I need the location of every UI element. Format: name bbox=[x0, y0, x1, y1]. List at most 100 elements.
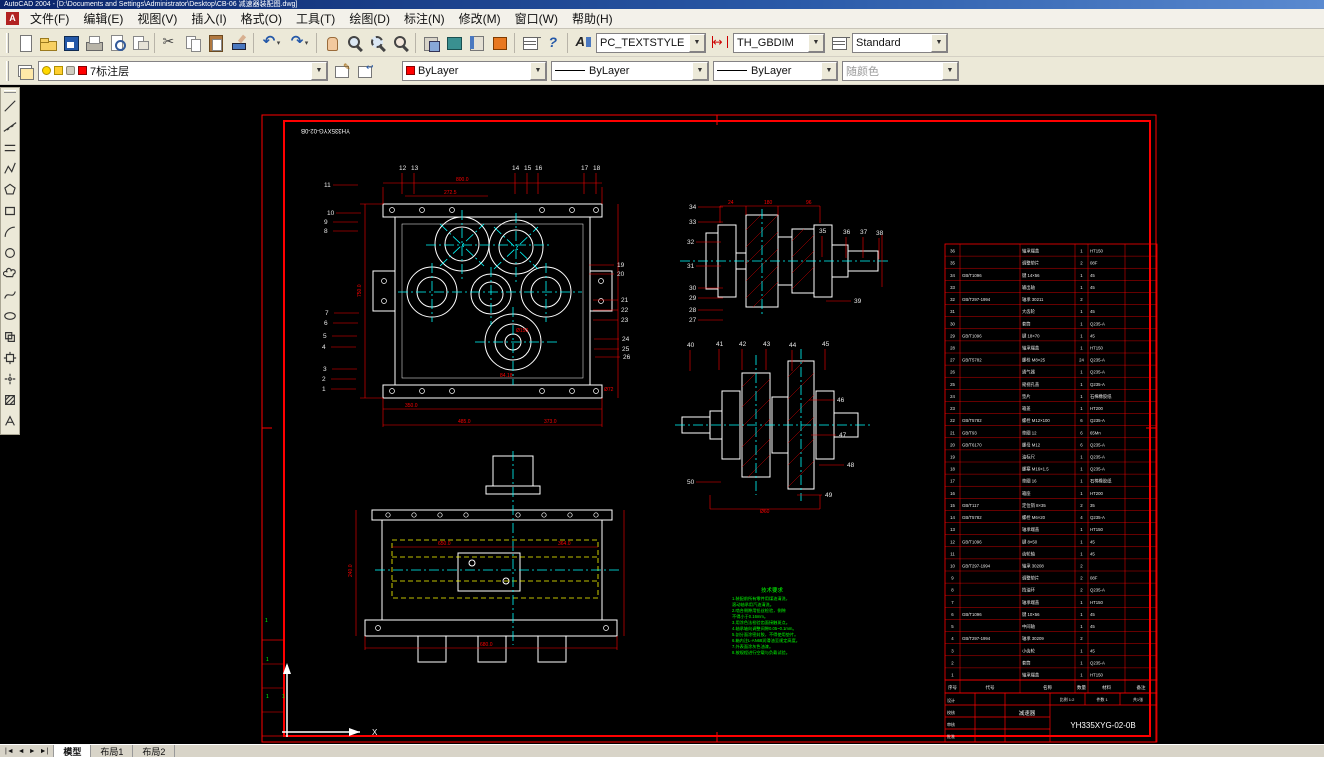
publish-icon[interactable] bbox=[128, 32, 151, 54]
table-style-combo[interactable]: Standard ▼ bbox=[852, 33, 948, 53]
layer-lock-icon[interactable] bbox=[66, 66, 75, 75]
menu-item[interactable]: 修改(M) bbox=[452, 8, 508, 29]
ellipse-icon[interactable] bbox=[1, 306, 19, 326]
svg-text:14: 14 bbox=[512, 165, 520, 172]
color-combo[interactable]: ByLayer ▼ bbox=[402, 61, 547, 81]
svg-text:键 8×50: 键 8×50 bbox=[1022, 538, 1038, 545]
svg-text:1: 1 bbox=[1080, 273, 1083, 278]
chevron-down-icon[interactable]: ▼ bbox=[692, 62, 708, 80]
cut-icon[interactable] bbox=[158, 32, 181, 54]
svg-text:08F: 08F bbox=[1090, 576, 1098, 581]
layer-combo[interactable]: 7标注层 ▼ bbox=[38, 61, 328, 81]
make-block-icon[interactable] bbox=[1, 348, 19, 368]
section-1-dim-lines bbox=[720, 206, 882, 287]
menu-item[interactable]: 标注(N) bbox=[397, 8, 452, 29]
redo-icon[interactable]: ▾ bbox=[285, 32, 313, 54]
svg-text:1: 1 bbox=[1080, 648, 1083, 653]
svg-text:1: 1 bbox=[1080, 321, 1083, 326]
tab-nav-button[interactable]: ► bbox=[28, 748, 37, 755]
menu-item[interactable]: 帮助(H) bbox=[565, 8, 620, 29]
svg-text:HT150: HT150 bbox=[1090, 346, 1104, 351]
text-style-manager-icon[interactable] bbox=[571, 32, 594, 54]
layer-on-bulb-icon[interactable] bbox=[42, 66, 51, 75]
layer-freeze-sun-icon[interactable] bbox=[54, 66, 63, 75]
toolbar-separator bbox=[514, 33, 515, 53]
zoom-window-icon[interactable] bbox=[366, 32, 389, 54]
menu-item[interactable]: 格式(O) bbox=[234, 8, 289, 29]
multiline-icon[interactable] bbox=[1, 138, 19, 158]
pan-realtime-icon[interactable] bbox=[320, 32, 343, 54]
menu-item[interactable]: 插入(I) bbox=[184, 8, 233, 29]
designcenter-icon[interactable] bbox=[442, 32, 465, 54]
svg-text:12: 12 bbox=[399, 165, 407, 172]
menu-item[interactable]: 编辑(E) bbox=[76, 8, 130, 29]
rectangle-icon[interactable] bbox=[1, 201, 19, 221]
menu-item[interactable]: 工具(T) bbox=[289, 8, 342, 29]
svg-text:石棉橡胶纸: 石棉橡胶纸 bbox=[1090, 478, 1112, 485]
polyline-icon[interactable] bbox=[1, 159, 19, 179]
dim-style-manager-icon[interactable] bbox=[708, 32, 731, 54]
svg-text:15: 15 bbox=[524, 165, 532, 172]
paste-icon[interactable] bbox=[204, 32, 227, 54]
layer-previous-icon[interactable] bbox=[353, 60, 376, 82]
save-icon[interactable] bbox=[59, 32, 82, 54]
spline-icon[interactable] bbox=[1, 285, 19, 305]
plot-icon[interactable] bbox=[82, 32, 105, 54]
tab-nav-button[interactable]: ►| bbox=[39, 748, 50, 755]
document-icon[interactable]: A bbox=[6, 12, 19, 25]
text-style-combo[interactable]: PC_TEXTSTYLE ▼ bbox=[596, 33, 706, 53]
toolbar-grip[interactable] bbox=[4, 90, 16, 93]
hatch-icon[interactable] bbox=[1, 390, 19, 410]
polygon-icon[interactable] bbox=[1, 180, 19, 200]
chevron-down-icon[interactable]: ▼ bbox=[931, 34, 947, 52]
table-style-manager-icon[interactable] bbox=[827, 32, 850, 54]
layout-tab-模型[interactable]: 模型 bbox=[54, 745, 91, 757]
tool-palettes-icon[interactable] bbox=[465, 32, 488, 54]
tab-nav-button[interactable]: |◄ bbox=[4, 748, 15, 755]
construction-line-icon[interactable] bbox=[1, 117, 19, 137]
chevron-down-icon[interactable]: ▼ bbox=[808, 34, 824, 52]
zoom-previous-icon[interactable] bbox=[389, 32, 412, 54]
svg-text:36: 36 bbox=[950, 249, 955, 254]
circle-icon[interactable] bbox=[1, 243, 19, 263]
markup-icon[interactable] bbox=[488, 32, 511, 54]
tab-nav-button[interactable]: ◄ bbox=[17, 748, 26, 755]
svg-text:1: 1 bbox=[322, 386, 326, 393]
help-icon[interactable] bbox=[541, 32, 564, 54]
point-icon[interactable] bbox=[1, 369, 19, 389]
svg-text:11: 11 bbox=[950, 551, 955, 556]
menu-item[interactable]: 绘图(D) bbox=[342, 8, 397, 29]
arc-icon[interactable] bbox=[1, 222, 19, 242]
toolbar-grip[interactable] bbox=[6, 33, 9, 53]
revision-cloud-icon[interactable] bbox=[1, 264, 19, 284]
make-object-layer-current-icon[interactable] bbox=[330, 60, 353, 82]
copy-icon[interactable] bbox=[181, 32, 204, 54]
chevron-down-icon[interactable]: ▼ bbox=[689, 34, 705, 52]
table-icon[interactable] bbox=[518, 32, 541, 54]
plot-preview-icon[interactable] bbox=[105, 32, 128, 54]
menu-item[interactable]: 文件(F) bbox=[23, 8, 76, 29]
chevron-down-icon[interactable]: ▼ bbox=[821, 62, 837, 80]
chevron-down-icon[interactable]: ▼ bbox=[530, 62, 546, 80]
dim-style-combo[interactable]: TH_GBDIM ▼ bbox=[733, 33, 825, 53]
drawing-canvas[interactable]: 1111 bbox=[0, 85, 1324, 744]
lineweight-combo[interactable]: ByLayer ▼ bbox=[713, 61, 838, 81]
toolbar-grip[interactable] bbox=[6, 61, 9, 81]
multiline-text-icon[interactable] bbox=[1, 411, 19, 431]
undo-icon[interactable]: ▾ bbox=[257, 32, 285, 54]
insert-block-icon[interactable] bbox=[1, 327, 19, 347]
linetype-combo[interactable]: ByLayer ▼ bbox=[551, 61, 709, 81]
menu-item[interactable]: 窗口(W) bbox=[508, 8, 565, 29]
menu-item[interactable]: 视图(V) bbox=[130, 8, 184, 29]
layout-tab-布局1[interactable]: 布局1 bbox=[91, 745, 133, 757]
open-icon[interactable] bbox=[36, 32, 59, 54]
properties-icon[interactable] bbox=[419, 32, 442, 54]
layer-properties-manager-icon[interactable] bbox=[13, 60, 36, 82]
line-icon[interactable] bbox=[1, 96, 19, 116]
chevron-down-icon[interactable]: ▼ bbox=[311, 62, 327, 80]
zoom-realtime-icon[interactable] bbox=[343, 32, 366, 54]
new-icon[interactable] bbox=[13, 32, 36, 54]
match-properties-icon[interactable] bbox=[227, 32, 250, 54]
svg-text:10: 10 bbox=[950, 564, 955, 569]
layout-tab-布局2[interactable]: 布局2 bbox=[133, 745, 175, 757]
